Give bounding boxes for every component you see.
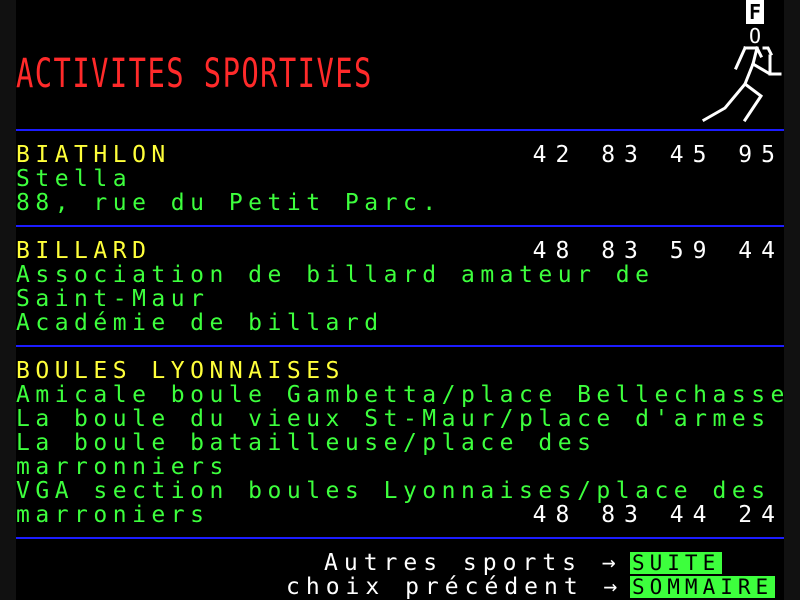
suite-button[interactable]: SUITE bbox=[630, 552, 723, 574]
running-man-icon bbox=[701, 46, 782, 123]
section-line: 88, rue du Petit Parc. bbox=[16, 190, 442, 216]
section-title-billard: BILLARD bbox=[16, 238, 152, 264]
section-line: marroniers bbox=[16, 502, 210, 528]
section-title-biathlon: BIATHLON bbox=[16, 142, 171, 168]
divider-rule bbox=[16, 537, 784, 539]
divider-rule bbox=[16, 345, 784, 347]
next-label: Autres sports → bbox=[324, 550, 622, 576]
section-phone-boules-lyonnaises: 48 83 44 24 bbox=[532, 502, 784, 528]
section-line: La boule batailleuse/place des bbox=[16, 430, 597, 456]
section-line: La boule du vieux St-Maur/place d'armes bbox=[16, 406, 771, 432]
section-phone-biathlon: 42 83 45 95 bbox=[532, 142, 784, 168]
section-line: Académie de billard bbox=[16, 310, 384, 336]
back-label: choix précédent → bbox=[286, 574, 624, 600]
section-line: VGA section boules Lyonnaises/place des bbox=[16, 478, 771, 504]
section-line: Stella bbox=[16, 166, 133, 192]
minitel-screen: ACTIVITES SPORTIVES F O BIATHLON 42 83 4… bbox=[16, 0, 784, 600]
section-title-boules-lyonnaises: BOULES LYONNAISES bbox=[16, 358, 345, 384]
section-line: Saint-Maur bbox=[16, 286, 210, 312]
sommaire-button[interactable]: SOMMAIRE bbox=[630, 576, 776, 598]
divider-rule bbox=[16, 225, 784, 227]
section-line: marronniers bbox=[16, 454, 229, 480]
section-line: Association de billard amateur de bbox=[16, 262, 655, 288]
section-line: Amicale boule Gambetta/place Bellechasse bbox=[16, 382, 784, 408]
section-phone-billard: 48 83 59 44 bbox=[532, 238, 784, 264]
page-title: ACTIVITES SPORTIVES bbox=[16, 51, 373, 97]
divider-rule bbox=[16, 129, 784, 131]
